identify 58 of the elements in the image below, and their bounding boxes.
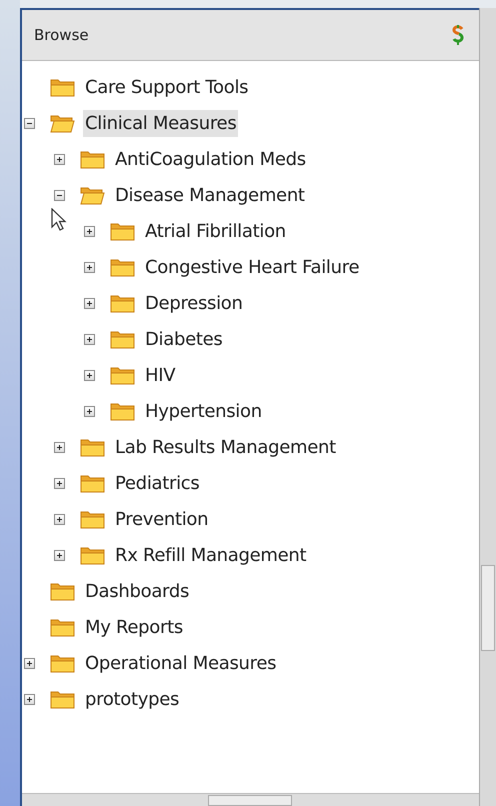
folder-icon [110, 328, 135, 350]
expander-icon[interactable] [84, 298, 95, 308]
expander-icon[interactable] [54, 442, 65, 452]
tree-item[interactable]: prototypes [83, 686, 182, 712]
folder-icon [110, 400, 135, 422]
dollar-icon[interactable] [451, 24, 465, 46]
tree-item[interactable]: Operational Measures [83, 650, 278, 676]
open-folder-icon [80, 184, 105, 206]
scrollbar-thumb[interactable] [481, 565, 495, 651]
folder-icon [110, 292, 135, 314]
folder-icon [50, 580, 75, 602]
tree-item[interactable]: Atrial Fibrillation [143, 218, 288, 244]
folder-icon [50, 616, 75, 638]
expander-icon[interactable] [54, 478, 65, 488]
tree-item[interactable]: HIV [143, 362, 178, 388]
panel-title: Browse [34, 26, 89, 44]
expander-icon[interactable] [84, 406, 95, 416]
folder-icon [110, 256, 135, 278]
tree-item[interactable]: Care Support Tools [83, 74, 250, 100]
tree-item[interactable]: Prevention [113, 506, 210, 532]
expander-icon[interactable] [84, 334, 95, 344]
tree-item[interactable]: My Reports [83, 614, 185, 640]
expander-icon[interactable] [54, 190, 65, 200]
folder-icon [80, 472, 105, 494]
folder-icon [50, 688, 75, 710]
tree-item[interactable]: Dashboards [83, 578, 192, 604]
tree-item[interactable]: Pediatrics [113, 470, 202, 496]
open-folder-icon [50, 112, 75, 134]
folder-icon [80, 436, 105, 458]
horizontal-scrollbar[interactable] [22, 793, 479, 806]
expander-icon[interactable] [54, 550, 65, 560]
expander-icon[interactable] [54, 154, 65, 164]
tree-item[interactable]: Congestive Heart Failure [143, 254, 362, 280]
tree-item[interactable]: Lab Results Management [113, 434, 338, 460]
tree-item[interactable]: Clinical Measures [83, 110, 238, 136]
folder-icon [50, 652, 75, 674]
expander-icon[interactable] [84, 370, 95, 380]
expander-icon[interactable] [54, 514, 65, 524]
tree-item[interactable]: Disease Management [113, 182, 307, 208]
expander-icon[interactable] [84, 262, 95, 272]
folder-icon [110, 364, 135, 386]
tree-item[interactable]: Rx Refill Management [113, 542, 308, 568]
tree-item[interactable]: AntiCoagulation Meds [113, 146, 308, 172]
folder-icon [50, 76, 75, 98]
tree-item[interactable]: Depression [143, 290, 245, 316]
expander-icon[interactable] [24, 118, 35, 128]
tree-item[interactable]: Diabetes [143, 326, 225, 352]
tree-item[interactable]: Hypertension [143, 398, 264, 424]
folder-icon [80, 148, 105, 170]
scrollbar-thumb[interactable] [208, 795, 292, 806]
folder-icon [110, 220, 135, 242]
expander-icon[interactable] [24, 658, 35, 668]
expander-icon[interactable] [84, 226, 95, 236]
folder-icon [80, 508, 105, 530]
mouse-pointer-icon [51, 208, 67, 232]
vertical-scrollbar[interactable] [479, 8, 496, 806]
expander-icon[interactable] [24, 694, 35, 704]
folder-icon [80, 544, 105, 566]
